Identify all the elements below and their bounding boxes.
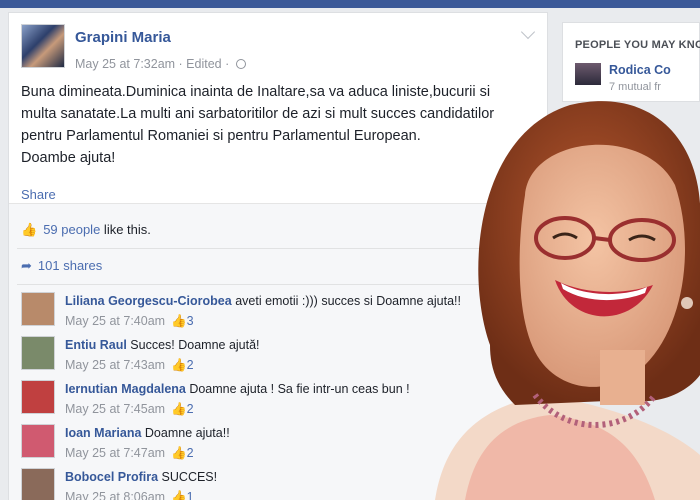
comment-time[interactable]: May 25 at 7:40am — [65, 314, 165, 328]
commenter-name[interactable]: Ioan Mariana — [65, 426, 141, 440]
commenter-name[interactable]: Liliana Georgescu-Ciorobea — [65, 294, 232, 308]
shares-count[interactable]: 101 shares — [38, 258, 102, 273]
thumbs-up-icon: 👍 — [171, 358, 187, 372]
comment-text: Doamne ajuta ! Sa fie intr-un ceas bun ! — [185, 382, 410, 396]
thumbs-up-icon: 👍 — [171, 402, 187, 416]
commenter-name[interactable]: Iernutian Magdalena — [65, 382, 186, 396]
globe-icon — [235, 59, 246, 69]
thumbs-up-icon: 👍 — [21, 222, 38, 237]
likes-suffix: like this. — [100, 222, 151, 237]
commenter-avatar[interactable] — [21, 424, 55, 458]
thumbs-up-icon: 👍 — [171, 446, 187, 460]
woman-laughing-photo — [435, 101, 700, 500]
comment-likes[interactable]: 👍2 — [171, 446, 194, 460]
comment-like-count: 3 — [186, 314, 194, 328]
commenter-avatar[interactable] — [21, 336, 55, 370]
comment-like-count: 1 — [186, 490, 194, 500]
author-avatar[interactable] — [21, 24, 65, 68]
thumbs-up-icon: 👍 — [171, 490, 187, 500]
pymk-title: PEOPLE YOU MAY KNO — [575, 39, 700, 51]
chevron-down-icon[interactable] — [520, 24, 536, 40]
comment-like-count: 2 — [186, 446, 194, 460]
likes-summary: 👍 59 people like this. — [21, 222, 151, 238]
comment-time[interactable]: May 25 at 7:45am — [65, 402, 165, 416]
likes-count-link[interactable]: 59 people — [43, 222, 100, 237]
top-navigation-bar — [0, 0, 700, 8]
share-link[interactable]: Share — [21, 187, 56, 202]
commenter-name[interactable]: Bobocel Profira — [65, 470, 158, 484]
comment-likes[interactable]: 👍3 — [171, 314, 194, 328]
thumbs-up-icon: 👍 — [171, 314, 187, 328]
comment-like-count: 2 — [186, 402, 194, 416]
commenter-avatar[interactable] — [21, 292, 55, 326]
comment-time[interactable]: May 25 at 8:06am — [65, 490, 165, 500]
comment-text: Doamne ajuta!! — [141, 426, 230, 440]
share-arrow-icon: ➦ — [21, 258, 32, 273]
comment-text: Succes! Doamne ajută! — [126, 338, 260, 352]
post-meta: May 25 at 7:32am · Edited · — [75, 57, 246, 71]
comment-text: SUCCES! — [158, 470, 218, 484]
comment-likes[interactable]: 👍2 — [171, 358, 194, 372]
comment-time[interactable]: May 25 at 7:43am — [65, 358, 165, 372]
comment-likes[interactable]: 👍1 — [171, 490, 194, 500]
author-name[interactable]: Grapini Maria — [75, 29, 171, 46]
comment-like-count: 2 — [186, 358, 194, 372]
post-timestamp[interactable]: May 25 at 7:32am · Edited · — [75, 57, 229, 71]
shares-link[interactable]: ➦ 101 shares — [21, 258, 102, 274]
commenter-avatar[interactable] — [21, 468, 55, 500]
comment-likes[interactable]: 👍2 — [171, 402, 194, 416]
commenter-avatar[interactable] — [21, 380, 55, 414]
commenter-name[interactable]: Entiu Raul — [65, 338, 127, 352]
comment-time[interactable]: May 25 at 7:47am — [65, 446, 165, 460]
